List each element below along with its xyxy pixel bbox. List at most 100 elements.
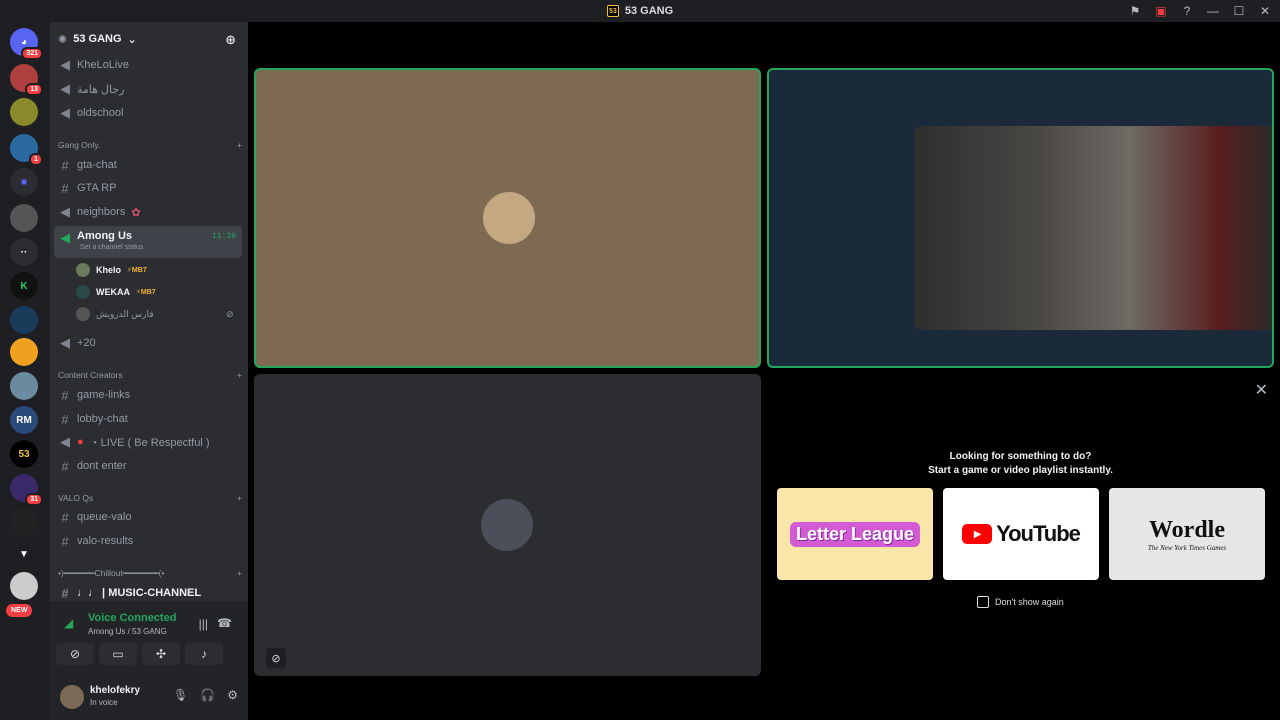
- hash-icon: #: [61, 509, 69, 525]
- server-icon[interactable]: [10, 338, 38, 366]
- chevron-down-icon: ⌄: [127, 33, 137, 46]
- server-rail: ◕ 321 13 1 ■ ·· K RM 53 31 ▼ NEW: [0, 22, 50, 720]
- server-icon[interactable]: [10, 372, 38, 400]
- speaker-icon: ◀: [60, 204, 70, 219]
- maximize-icon[interactable]: ☐: [1232, 4, 1246, 18]
- wordle-card[interactable]: Wordle The New York Times Games: [1109, 488, 1265, 580]
- text-channel[interactable]: # dont enter: [54, 455, 242, 477]
- voice-timer: 11:36: [211, 232, 236, 241]
- voice-user[interactable]: فارس الدرويش ⊘: [76, 307, 234, 321]
- voice-location[interactable]: Among Us / 53 GANG: [88, 627, 167, 636]
- title-bar: 53 53 GANG ⚑ ▣ ? — ☐ ✕: [0, 0, 1280, 22]
- voice-user[interactable]: Khelo ⚡MB7: [76, 263, 147, 277]
- hash-icon: #: [61, 458, 69, 474]
- camera-off-icon: ⊘: [69, 647, 81, 661]
- close-window-icon[interactable]: ✕: [1258, 4, 1272, 18]
- soundboard-button[interactable]: ♪: [185, 643, 223, 665]
- letter-league-card[interactable]: Letter League: [777, 488, 933, 580]
- server-icon[interactable]: RM: [10, 406, 38, 434]
- text-channel[interactable]: # valo-results: [54, 530, 242, 552]
- server-icon[interactable]: [10, 204, 38, 232]
- text-channel[interactable]: # game-links: [54, 384, 242, 406]
- hash-icon: #: [61, 411, 69, 427]
- participant-avatar: [483, 192, 535, 244]
- gear-icon[interactable]: ⚙: [227, 688, 238, 702]
- server-icon[interactable]: 31: [10, 474, 43, 506]
- webcam-video: [914, 126, 1272, 330]
- flower-icon: ✿: [131, 206, 141, 219]
- share-screen-button[interactable]: ▭: [99, 643, 137, 665]
- participant-avatar: [481, 499, 533, 551]
- plus-icon[interactable]: +: [237, 568, 242, 579]
- inbox-icon[interactable]: ▣: [1154, 4, 1168, 18]
- category-gang[interactable]: Gang Only. +: [58, 140, 242, 150]
- help-icon[interactable]: ?: [1180, 4, 1194, 18]
- noise-suppression-icon[interactable]: |||: [199, 617, 208, 631]
- text-channel[interactable]: # ♩♩ | MUSIC-CHANNEL: [54, 582, 242, 604]
- server-icon[interactable]: ··: [10, 238, 38, 266]
- minimize-icon[interactable]: —: [1206, 4, 1220, 18]
- flag-icon[interactable]: ⚑: [1128, 4, 1142, 18]
- voice-channel[interactable]: ◀ ● ・LIVE ( Be Respectful ): [54, 431, 242, 453]
- mic-muted-icon: ⊘: [266, 648, 286, 668]
- youtube-play-icon: ▶: [962, 524, 993, 544]
- new-badge: NEW: [6, 604, 33, 617]
- server-icon[interactable]: K: [10, 272, 38, 300]
- voice-channel[interactable]: ◀ رجال هامة: [54, 78, 242, 100]
- close-icon[interactable]: ✕: [1255, 380, 1268, 400]
- user-status: In voice: [90, 698, 118, 707]
- activities-button[interactable]: ✣: [142, 643, 180, 665]
- text-channel[interactable]: # gta-chat: [54, 154, 242, 176]
- youtube-card[interactable]: ▶ YouTube: [943, 488, 1099, 580]
- avatar[interactable]: [60, 685, 84, 709]
- screen-share-icon: ▭: [112, 647, 124, 661]
- plus-icon[interactable]: +: [237, 140, 242, 150]
- checkbox[interactable]: [977, 596, 989, 608]
- participant-tile[interactable]: ⊘: [254, 374, 761, 676]
- microphone-icon[interactable]: 🎙: [173, 688, 188, 702]
- server-badge: 13: [25, 83, 43, 96]
- voice-channel[interactable]: ◀ KheLoLive: [54, 54, 242, 76]
- server-icon[interactable]: 13: [10, 64, 43, 96]
- speaker-icon: ◀: [60, 81, 70, 96]
- voice-connected-panel: ◢ Voice Connected Among Us / 53 GANG |||…: [50, 602, 248, 678]
- camera-button[interactable]: ⊘: [56, 643, 94, 665]
- dont-show-again[interactable]: Don't show again: [977, 596, 1064, 608]
- disconnect-icon[interactable]: ☎: [217, 616, 232, 630]
- signal-icon[interactable]: ◢: [64, 616, 73, 630]
- participant-tile[interactable]: [254, 68, 761, 368]
- home-button[interactable]: ◕ 321: [10, 28, 43, 60]
- plus-icon[interactable]: +: [237, 370, 242, 380]
- voice-channel[interactable]: ◀ neighbors ✿: [54, 201, 242, 223]
- voice-channel[interactable]: ◀ oldschool: [54, 102, 242, 124]
- category-creators[interactable]: Content Creators +: [58, 370, 242, 380]
- headphones-icon[interactable]: 🎧: [200, 688, 215, 702]
- speaker-icon: ◀: [60, 335, 70, 350]
- server-icon[interactable]: [10, 98, 38, 126]
- text-channel[interactable]: # GTA RP: [54, 177, 242, 199]
- activity-heading: Looking for something to do? Start a gam…: [928, 451, 1113, 476]
- avatar: [76, 285, 90, 299]
- server-icon[interactable]: [10, 508, 38, 536]
- server-icon[interactable]: [10, 572, 38, 600]
- channel-status[interactable]: Set a channel status: [80, 244, 143, 251]
- voice-channel-active[interactable]: ◀ Among Us Set a channel status 11:36: [54, 226, 242, 258]
- voice-channel[interactable]: ◀ +20: [54, 332, 242, 354]
- server-header[interactable]: ✺ 53 GANG ⌄ ⊕: [50, 22, 248, 56]
- server-icon[interactable]: [10, 306, 38, 334]
- server-icon[interactable]: 1: [10, 134, 43, 166]
- server-icon-active[interactable]: 53: [10, 440, 38, 468]
- category-valo[interactable]: VALO Qs +: [58, 493, 242, 503]
- speaker-icon: ◀: [60, 230, 70, 245]
- category-chillout[interactable]: •)━━━━━━Chillout━━━━━━━(• +: [58, 568, 242, 579]
- text-channel[interactable]: # queue-valo: [54, 506, 242, 528]
- voice-user[interactable]: WEKAA ⚡MB7: [76, 285, 156, 299]
- participant-tile-video[interactable]: [767, 68, 1274, 368]
- plus-icon[interactable]: +: [237, 493, 242, 503]
- folder-icon[interactable]: ■: [10, 168, 38, 196]
- invite-people-icon[interactable]: ⊕: [225, 32, 236, 48]
- text-channel[interactable]: # lobby-chat: [54, 408, 242, 430]
- server-icon[interactable]: ▼: [10, 540, 38, 568]
- hash-icon: #: [61, 585, 69, 601]
- home-badge: 321: [21, 47, 43, 60]
